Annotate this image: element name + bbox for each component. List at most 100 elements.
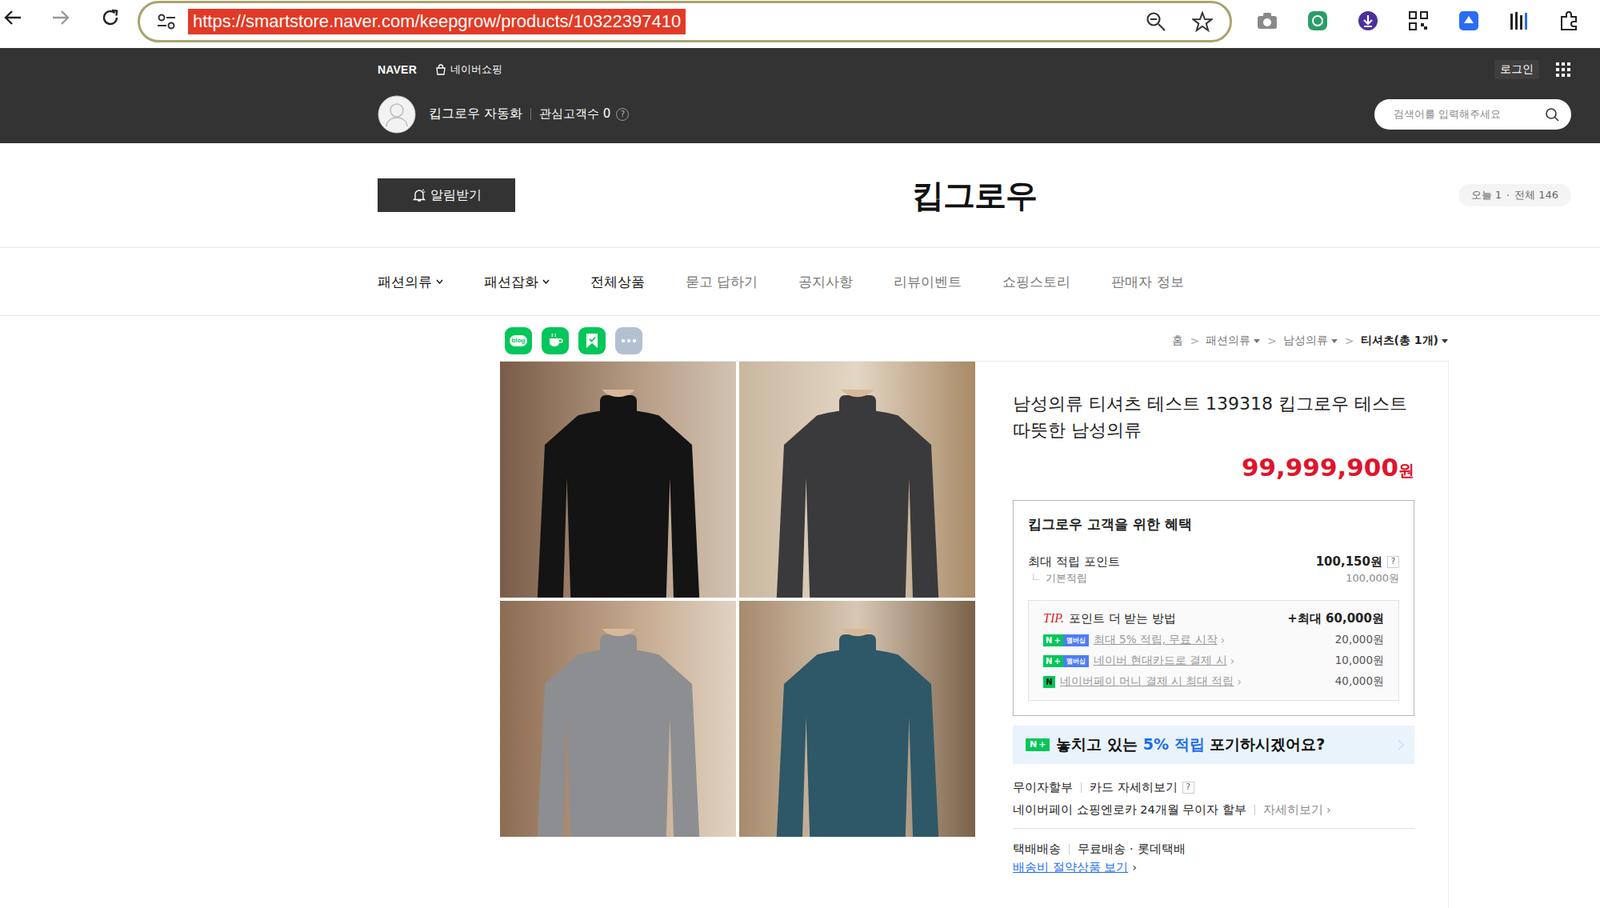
- menu-label: 묻고 답하기: [685, 272, 758, 292]
- blog-share-button[interactable]: blog: [504, 327, 532, 355]
- menu-item[interactable]: 전체상품: [590, 272, 645, 292]
- bars-extension-icon[interactable]: [1508, 9, 1531, 32]
- tip-value: 40,000원: [1335, 674, 1384, 689]
- chevron-down-icon: [435, 277, 444, 286]
- store-header-inner: 알림받기 킵그로우오늘 1·전체 146: [377, 143, 1572, 248]
- url-text[interactable]: https://smartstore.naver.com/keepgrow/pr…: [188, 8, 686, 35]
- sweater-photo: [765, 628, 950, 837]
- npay-detail-label: 자세히보기: [1263, 800, 1324, 819]
- product-images: [500, 361, 976, 908]
- breadcrumb-item[interactable]: 남성의류: [1283, 333, 1339, 348]
- tip-text: 최대 5% 적립, 무료 시작: [1093, 632, 1218, 648]
- tip-row: N네이버페이 머니 결제 시 최대 적립› 40,000원: [1043, 674, 1384, 689]
- tip-link[interactable]: N네이버페이 머니 결제 시 최대 적립›: [1043, 674, 1242, 689]
- triangle-down-icon: [1252, 336, 1261, 345]
- search-input[interactable]: [1392, 107, 1544, 121]
- chevron-down-icon: [541, 277, 550, 286]
- more-share-button[interactable]: [615, 327, 643, 355]
- browser-toolbar: https://smartstore.naver.com/keepgrow/pr…: [0, 0, 1600, 48]
- saving-link-label: 배송비 절약상품 보기: [1012, 859, 1128, 876]
- menu-item[interactable]: 공지사항: [798, 272, 853, 292]
- extensions-wrap: [1232, 0, 1581, 42]
- followers-help[interactable]: ?: [616, 108, 629, 121]
- breadcrumb-label: 티셔츠(총 1개): [1360, 333, 1439, 348]
- badge-n: N: [1045, 655, 1052, 668]
- store-menu-inner: 패션의류 패션잡화 전체상품 묻고 답하기 공지사항 리뷰이벤트 쇼핑스토리 판매자 정보: [377, 248, 1600, 316]
- alarm-label: 알림받기: [430, 187, 482, 204]
- forward-icon[interactable]: [49, 6, 72, 29]
- breadcrumb-label: 남성의류: [1283, 333, 1328, 348]
- app-grid-icon[interactable]: [1555, 61, 1572, 78]
- alarm-wrap: 알림받기: [377, 178, 912, 212]
- bookmark-star-icon[interactable]: [1191, 10, 1214, 33]
- menu-label: 패션의류: [377, 272, 432, 292]
- tip-total: +최대 60,000원: [1287, 610, 1384, 627]
- breadcrumb-item[interactable]: 티셔츠(총 1개): [1360, 333, 1449, 348]
- tip-title: TIP.포인트 더 받는 방법: [1043, 610, 1176, 627]
- product-photo[interactable]: [739, 600, 976, 837]
- tip-link[interactable]: N+멤버십최대 5% 적립, 무료 시작›: [1043, 632, 1225, 648]
- bookmark-share-button[interactable]: [578, 327, 606, 355]
- menu-item[interactable]: 패션의류: [377, 272, 444, 292]
- back-icon[interactable]: [1, 6, 24, 29]
- menu-item[interactable]: 리뷰이벤트: [893, 272, 962, 292]
- product-photo[interactable]: [500, 600, 736, 837]
- app-extension-icon[interactable]: [1457, 9, 1480, 32]
- tip-arrow: ›: [1236, 675, 1241, 688]
- extensions: [1256, 9, 1581, 32]
- breadcrumb-item[interactable]: 패션의류: [1205, 333, 1261, 348]
- badge-plus: +: [1053, 634, 1060, 647]
- max-point-help[interactable]: ?: [1387, 556, 1400, 568]
- menu-item[interactable]: 묻고 답하기: [685, 272, 758, 292]
- address-bar[interactable]: https://smartstore.naver.com/keepgrow/pr…: [137, 0, 1232, 43]
- card-detail-link[interactable]: 카드 자세히보기: [1089, 778, 1178, 796]
- npay-installment-row: 네이버페이 쇼핑엔로카 24개월 무이자 할부자세히보기›: [1012, 800, 1415, 819]
- tip-value: 10,000원: [1335, 653, 1384, 668]
- bell-icon: [411, 187, 428, 204]
- membership-badge: N+멤버십: [1043, 634, 1089, 647]
- breadcrumb-separator: >: [1267, 334, 1277, 348]
- login-button[interactable]: 로그인: [1494, 60, 1540, 80]
- membership-promo[interactable]: N+놓치고 있는 5% 적립 포기하시겠어요?: [1012, 725, 1415, 764]
- store-title[interactable]: 킵그로우: [912, 173, 1037, 218]
- store-name[interactable]: 킵그로우 자동화: [428, 105, 523, 123]
- qr-code-extension-icon[interactable]: [1407, 9, 1430, 32]
- naver-logo[interactable]: NAVER: [377, 63, 417, 76]
- product-photo[interactable]: [500, 361, 736, 598]
- membership-tag: 멤버십: [1063, 634, 1089, 647]
- reload-icon[interactable]: [99, 6, 122, 29]
- installment-label: 무이자할부: [1012, 778, 1073, 796]
- breadcrumb-separator: >: [1189, 334, 1200, 348]
- fingerprint-extension-icon[interactable]: [1306, 9, 1329, 32]
- breadcrumb-separator: >: [1344, 334, 1355, 348]
- menu-item[interactable]: 쇼핑스토리: [1002, 272, 1071, 292]
- camera-extension-icon[interactable]: [1256, 9, 1279, 32]
- benefit-box: 킵그로우 고객을 위한 혜택최대 적립 포인트100,150원?기본적립100,…: [1012, 500, 1415, 716]
- saving-link[interactable]: 배송비 절약상품 보기›: [1012, 859, 1415, 876]
- shopping-bag-icon: [434, 63, 448, 76]
- search-icon[interactable]: [1544, 106, 1560, 123]
- tip-text: 네이버 현대카드로 결제 시: [1093, 653, 1228, 668]
- store-avatar-icon[interactable]: [377, 95, 416, 134]
- price-value: 99,999,900: [1241, 452, 1399, 482]
- product-photo[interactable]: [739, 361, 976, 598]
- visitor-wrap: 오늘 1·전체 146: [1036, 184, 1572, 207]
- divider: [1068, 844, 1070, 855]
- alarm-button[interactable]: 알림받기: [377, 178, 516, 212]
- breadcrumb: 홈 > 패션의류 > 남성의류 > 티셔츠(총 1개): [1172, 333, 1449, 348]
- npay-detail-link[interactable]: 자세히보기›: [1263, 800, 1332, 819]
- tip-link[interactable]: N+멤버십네이버 현대카드로 결제 시›: [1043, 653, 1235, 668]
- card-help[interactable]: ?: [1182, 781, 1195, 794]
- download-extension-icon[interactable]: [1356, 9, 1380, 32]
- base-point-label-wrap: 기본적립: [1028, 571, 1088, 586]
- breadcrumb-item[interactable]: 홈: [1172, 333, 1184, 348]
- npay-detail-arrow: ›: [1326, 800, 1332, 819]
- menu-item[interactable]: 판매자 정보: [1111, 272, 1184, 292]
- menu-item[interactable]: 패션잡화: [484, 272, 550, 292]
- zoom-icon[interactable]: [1144, 10, 1168, 33]
- breadcrumb-dropdown: [1250, 336, 1261, 345]
- puzzle-extensions-icon[interactable]: [1558, 9, 1581, 32]
- cafe-share-button[interactable]: [541, 327, 569, 355]
- naver-shopping-link[interactable]: 네이버쇼핑: [450, 62, 503, 77]
- today-count: 오늘 1: [1471, 188, 1502, 203]
